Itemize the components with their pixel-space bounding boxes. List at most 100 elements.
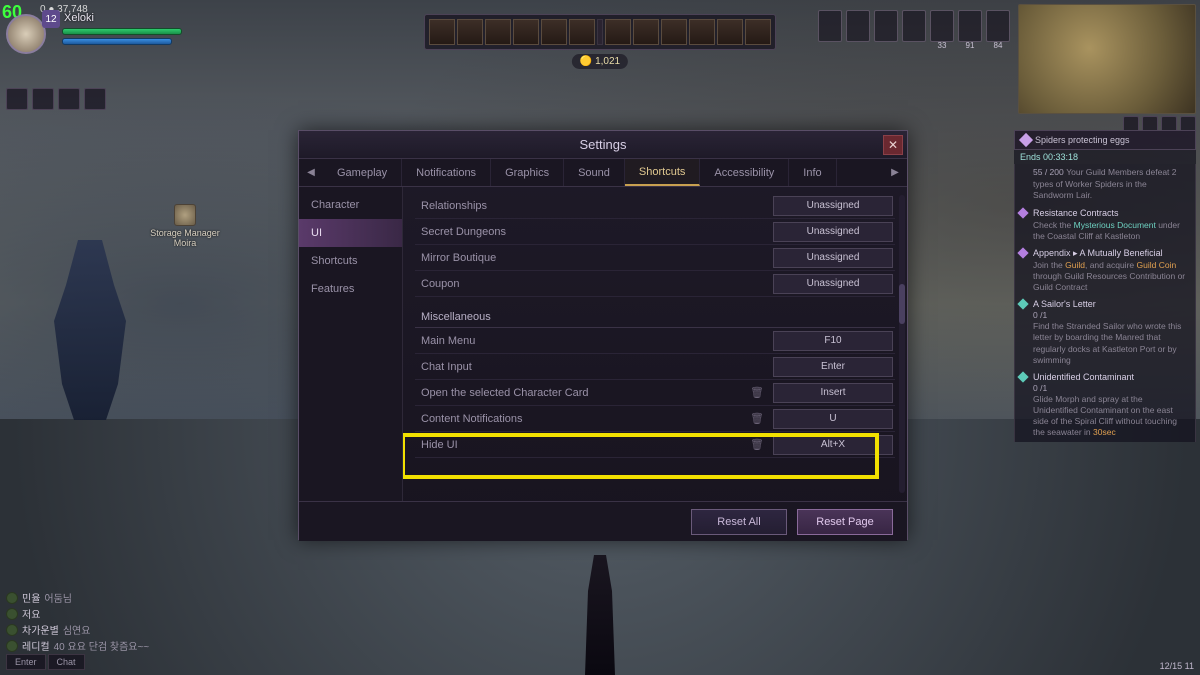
keybind-button[interactable]: Enter <box>773 357 893 377</box>
tab-prev-arrow[interactable]: ◀ <box>299 159 323 186</box>
quest-desc: Join the Guild, and acquire Guild Coin t… <box>1033 260 1189 293</box>
npc-marker[interactable]: Storage Manager Moira <box>150 204 220 248</box>
shortcut-label: Hide UI <box>415 439 749 451</box>
equip-slot[interactable]: 91 <box>958 10 982 42</box>
tool-slot[interactable] <box>32 88 54 110</box>
event-title: Spiders protecting eggs <box>1035 135 1130 145</box>
keybind-button[interactable]: Insert <box>773 383 893 403</box>
shortcut-label: Secret Dungeons <box>415 226 773 238</box>
player-level: 12 <box>42 10 60 28</box>
skill-slot[interactable] <box>661 19 687 45</box>
keybind-button[interactable]: Unassigned <box>773 248 893 268</box>
side-features[interactable]: Features <box>299 275 402 303</box>
chat-dot-icon <box>6 640 18 652</box>
event-body[interactable]: 55 / 200 Your Guild Members defeat 2 typ… <box>1014 164 1196 205</box>
quest-count: 0 /1 <box>1033 383 1189 394</box>
event-header[interactable]: Spiders protecting eggs <box>1014 130 1196 150</box>
quest-desc: Glide Morph and spray at the Unidentifie… <box>1033 394 1189 438</box>
tool-slot[interactable] <box>58 88 80 110</box>
clear-keybind-icon[interactable]: 🗑 <box>749 437 765 453</box>
scrollbar-thumb[interactable] <box>899 284 905 324</box>
shortcut-label: Content Notifications <box>415 413 749 425</box>
quest-desc: Check the Mysterious Document under the … <box>1033 220 1189 242</box>
player-name: Xeloki <box>64 12 94 24</box>
chat-line: 민율어둠님 <box>6 590 149 605</box>
reset-all-button[interactable]: Reset All <box>691 509 787 535</box>
skill-slot[interactable] <box>429 19 455 45</box>
keybind-button[interactable]: F10 <box>773 331 893 351</box>
chat-tab-chat[interactable]: Chat <box>48 654 85 670</box>
quest-icon <box>1017 247 1028 258</box>
shortcut-label: Mirror Boutique <box>415 252 773 264</box>
settings-modal: Settings ✕ ◀ Gameplay Notifications Grap… <box>298 130 908 540</box>
equip-slot[interactable] <box>818 10 842 42</box>
skill-slot[interactable] <box>541 19 567 45</box>
clear-keybind-icon[interactable]: 🗑 <box>749 385 765 401</box>
keybind-button[interactable]: Unassigned <box>773 196 893 216</box>
keybind-button[interactable]: Unassigned <box>773 274 893 294</box>
keybind-button[interactable]: Unassigned <box>773 222 893 242</box>
reset-page-button[interactable]: Reset Page <box>797 509 893 535</box>
chat-tab-enter[interactable]: Enter <box>6 654 46 670</box>
skill-slot[interactable] <box>717 19 743 45</box>
quest-icon <box>1017 207 1028 218</box>
skill-slot[interactable] <box>689 19 715 45</box>
clock: 12/15 11 <box>1160 661 1194 671</box>
shortcut-row: Mirror Boutique Unassigned <box>415 245 895 271</box>
tab-accessibility[interactable]: Accessibility <box>700 159 789 186</box>
minimap[interactable] <box>1018 4 1196 114</box>
shortcut-label: Chat Input <box>415 361 773 373</box>
tool-slot[interactable] <box>6 88 28 110</box>
tab-gameplay[interactable]: Gameplay <box>323 159 402 186</box>
tab-info[interactable]: Info <box>789 159 836 186</box>
quest-title: Appendix ▸ A Mutually Beneficial <box>1033 248 1189 260</box>
tab-sound[interactable]: Sound <box>564 159 625 186</box>
settings-footer: Reset All Reset Page <box>299 501 907 541</box>
chat-log: 민율어둠님 저요 차가운별심연요 레디컬40 요요 단검 찾즘요~~ <box>6 589 149 653</box>
side-character[interactable]: Character <box>299 191 402 219</box>
equip-slot[interactable]: 84 <box>986 10 1010 42</box>
tab-next-arrow[interactable]: ▶ <box>883 159 907 186</box>
tab-notifications[interactable]: Notifications <box>402 159 491 186</box>
chat-line: 저요 <box>6 606 149 621</box>
side-shortcuts[interactable]: Shortcuts <box>299 247 402 275</box>
keybind-button[interactable]: Alt+X <box>773 435 893 455</box>
tool-slot[interactable] <box>84 88 106 110</box>
shortcut-label: Open the selected Character Card <box>415 387 749 399</box>
shortcut-row: Content Notifications 🗑 U <box>415 406 895 432</box>
equip-slot[interactable] <box>846 10 870 42</box>
settings-title: Settings ✕ <box>299 131 907 159</box>
slot-count: 33 <box>931 41 953 50</box>
keybind-button[interactable]: U <box>773 409 893 429</box>
skill-slot[interactable] <box>513 19 539 45</box>
quest-tracker: Spiders protecting eggs Ends 00:33:18 55… <box>1014 130 1196 442</box>
quest-icon <box>1017 371 1028 382</box>
side-ui[interactable]: UI <box>299 219 402 247</box>
player-portrait[interactable] <box>6 14 46 54</box>
equip-slot[interactable]: 33 <box>930 10 954 42</box>
quest-item[interactable]: Unidentified Contaminant 0 /1 Glide Morp… <box>1014 369 1196 442</box>
skill-slot[interactable] <box>457 19 483 45</box>
content-scrollbar[interactable] <box>899 195 905 493</box>
tab-shortcuts[interactable]: Shortcuts <box>625 159 700 186</box>
equip-slot[interactable] <box>874 10 898 42</box>
skill-slot[interactable] <box>485 19 511 45</box>
chat-dot-icon <box>6 608 18 620</box>
close-button[interactable]: ✕ <box>883 135 903 155</box>
equip-slot[interactable] <box>902 10 926 42</box>
skill-slot[interactable] <box>633 19 659 45</box>
hp-bar <box>62 28 182 35</box>
quest-item[interactable]: A Sailor's Letter 0 /1 Find the Stranded… <box>1014 296 1196 369</box>
clear-keybind-icon[interactable]: 🗑 <box>749 411 765 427</box>
skill-separator <box>597 19 603 45</box>
skill-slot[interactable] <box>605 19 631 45</box>
quest-item[interactable]: Resistance Contracts Check the Mysteriou… <box>1014 205 1196 245</box>
event-timer: Ends 00:33:18 <box>1014 150 1196 164</box>
slot-count: 84 <box>987 41 1009 50</box>
skill-slot[interactable] <box>745 19 771 45</box>
tab-graphics[interactable]: Graphics <box>491 159 564 186</box>
shortcut-label: Relationships <box>415 200 773 212</box>
quest-item[interactable]: Appendix ▸ A Mutually Beneficial Join th… <box>1014 245 1196 296</box>
skill-slot[interactable] <box>569 19 595 45</box>
shortcut-row: Main Menu F10 <box>415 328 895 354</box>
